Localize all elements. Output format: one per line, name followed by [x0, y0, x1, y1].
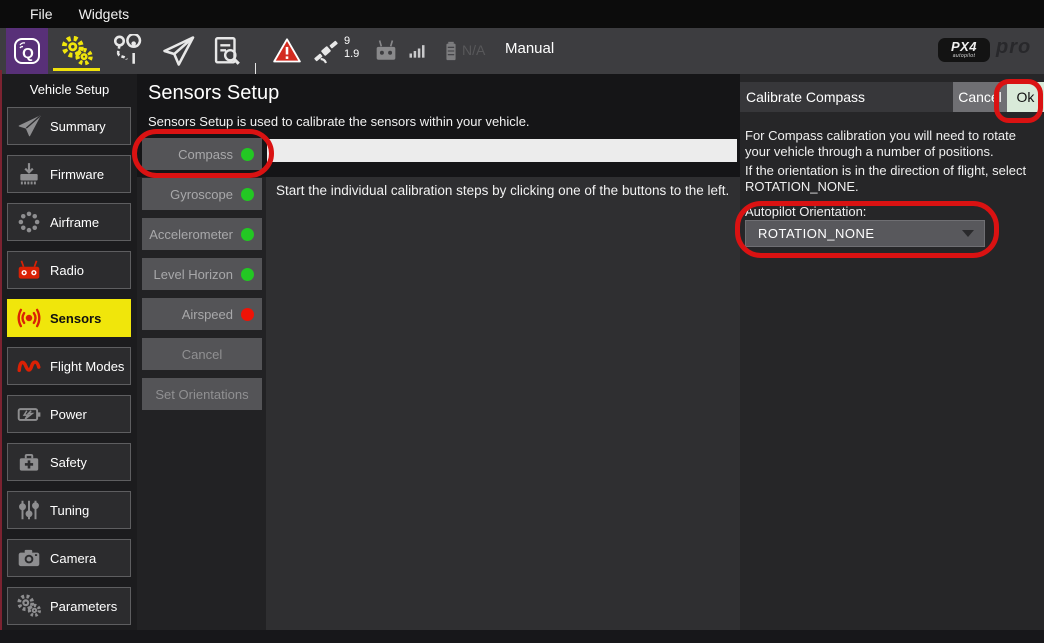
gears-icon [8, 593, 50, 619]
calibrate-compass-button[interactable]: Compass [142, 138, 262, 170]
sidebar-item-parameters[interactable]: Parameters [7, 587, 131, 625]
plan-view-button[interactable] [106, 28, 150, 74]
sidebar-item-label: Radio [50, 263, 84, 278]
firmware-icon [8, 161, 50, 187]
calibration-button-label: Accelerometer [149, 227, 233, 242]
sidebar-item-label: Safety [50, 455, 87, 470]
sidebar-item-label: Power [50, 407, 87, 422]
calibrate-gyroscope-button[interactable]: Gyroscope [142, 178, 262, 210]
green-status-dot [241, 268, 254, 281]
qgc-logo-button[interactable]: Q [6, 28, 48, 74]
sidebar-item-power[interactable]: Power [7, 395, 131, 433]
panel-header: Calibrate Compass Cancel Ok [740, 82, 1044, 112]
page-subtitle: Sensors Setup is used to calibrate the s… [148, 114, 530, 129]
calibration-button-label: Compass [178, 147, 233, 162]
flight-modes-icon [8, 353, 50, 379]
cancel-button[interactable]: Cancel [953, 82, 1007, 112]
compass-instructions-1: For Compass calibration you will need to… [745, 128, 1041, 160]
calibrate-level-horizon-button[interactable]: Level Horizon [142, 258, 262, 290]
rc-rssi-indicator[interactable] [368, 28, 404, 74]
calibration-button-label: Airspeed [182, 307, 233, 322]
orientation-value: ROTATION_NONE [746, 226, 962, 241]
tuning-icon [8, 497, 50, 523]
fly-view-button[interactable] [156, 28, 200, 74]
calibrate-cancel-button[interactable]: Cancel [142, 338, 262, 370]
red-status-dot [241, 308, 254, 321]
px4-pro-text: pro [996, 36, 1031, 59]
battery-status-text: N/A [462, 42, 485, 58]
sidebar-item-flight-modes[interactable]: Flight Modes [7, 347, 131, 385]
power-icon [8, 401, 50, 427]
sidebar-item-camera[interactable]: Camera [7, 539, 131, 577]
green-status-dot [241, 148, 254, 161]
page-title: Sensors Setup [148, 82, 279, 105]
calibrate-set-orientations-button[interactable]: Set Orientations [142, 378, 262, 410]
qgc-logo-icon: Q [12, 36, 42, 66]
sidebar-item-label: Parameters [50, 599, 117, 614]
sidebar-item-radio[interactable]: Radio [7, 251, 131, 289]
sidebar-item-tuning[interactable]: Tuning [7, 491, 131, 529]
vehicle-setup-sidebar: Vehicle Setup Summary Firmware Airframe Rad… [2, 74, 137, 630]
sidebar-item-label: Firmware [50, 167, 104, 182]
calibration-button-label: Gyroscope [170, 187, 233, 202]
gps-indicator[interactable] [308, 28, 344, 74]
sidebar-item-label: Summary [50, 119, 106, 134]
autopilot-orientation-dropdown[interactable]: ROTATION_NONE [745, 220, 985, 247]
gps-values: 9 1.9 [344, 35, 359, 61]
gps-hdop: 1.9 [344, 48, 359, 61]
radio-icon [8, 257, 50, 283]
sidebar-item-sensors[interactable]: Sensors [7, 299, 131, 337]
sidebar-item-firmware[interactable]: Firmware [7, 155, 131, 193]
px4-logo-text: PX4 [951, 41, 977, 53]
autopilot-orientation-label: Autopilot Orientation: [745, 204, 866, 219]
sensors-icon [8, 305, 50, 331]
menu-item-widgets[interactable]: Widgets [79, 6, 130, 22]
camera-icon [8, 545, 50, 571]
flight-mode-indicator[interactable]: Manual [505, 40, 554, 57]
calibration-button-label: Level Horizon [154, 267, 234, 282]
message-warning-indicator[interactable] [270, 28, 304, 74]
gps-satellite-count: 9 [344, 35, 359, 48]
calibration-button-label: Set Orientations [155, 387, 248, 402]
sidebar-item-summary[interactable]: Summary [7, 107, 131, 145]
calibration-content-area [266, 177, 740, 630]
battery-indicator[interactable] [440, 28, 462, 74]
sidebar-item-label: Tuning [50, 503, 89, 518]
qgroundcontrol-window: File Widgets Q 9 1.9 N/A Manual PX4 autop… [0, 0, 1044, 643]
calibrate-airspeed-button[interactable]: Airspeed [142, 298, 262, 330]
sidebar-item-label: Sensors [50, 311, 101, 326]
chevron-down-icon [962, 230, 974, 237]
compass-instructions-2: If the orientation is in the direction o… [745, 163, 1041, 195]
toolbar: Q 9 1.9 N/A Manual PX4 autopilot pro [0, 28, 1044, 74]
analyze-view-button[interactable] [204, 28, 248, 74]
green-status-dot [241, 188, 254, 201]
calibrate-accelerometer-button[interactable]: Accelerometer [142, 218, 262, 250]
menu-item-file[interactable]: File [30, 6, 53, 22]
window-bottom-bar [0, 630, 1044, 643]
active-view-underline [53, 68, 100, 71]
green-status-dot [241, 228, 254, 241]
sidebar-title: Vehicle Setup [2, 82, 137, 97]
calibrate-compass-panel: Calibrate Compass Cancel Ok For Compass … [740, 74, 1044, 630]
safety-icon [8, 449, 50, 475]
sidebar-item-safety[interactable]: Safety [7, 443, 131, 481]
menu-bar: File Widgets [0, 0, 1044, 28]
svg-text:Q: Q [22, 45, 34, 62]
sidebar-item-label: Camera [50, 551, 96, 566]
plane-icon [8, 113, 50, 139]
px4-logo: PX4 autopilot [938, 38, 990, 62]
sidebar-item-airframe[interactable]: Airframe [7, 203, 131, 241]
panel-title: Calibrate Compass [740, 89, 953, 105]
sidebar-item-label: Airframe [50, 215, 99, 230]
sidebar-item-label: Flight Modes [50, 359, 124, 374]
calibration-instruction: Start the individual calibration steps b… [276, 183, 729, 198]
airframe-icon [8, 209, 50, 235]
signal-strength-icon [404, 28, 430, 74]
calibration-progress-bar [267, 139, 737, 162]
calibration-button-label: Cancel [182, 347, 222, 362]
ok-button[interactable]: Ok [1007, 82, 1044, 112]
px4-logo-subtext: autopilot [953, 53, 976, 59]
